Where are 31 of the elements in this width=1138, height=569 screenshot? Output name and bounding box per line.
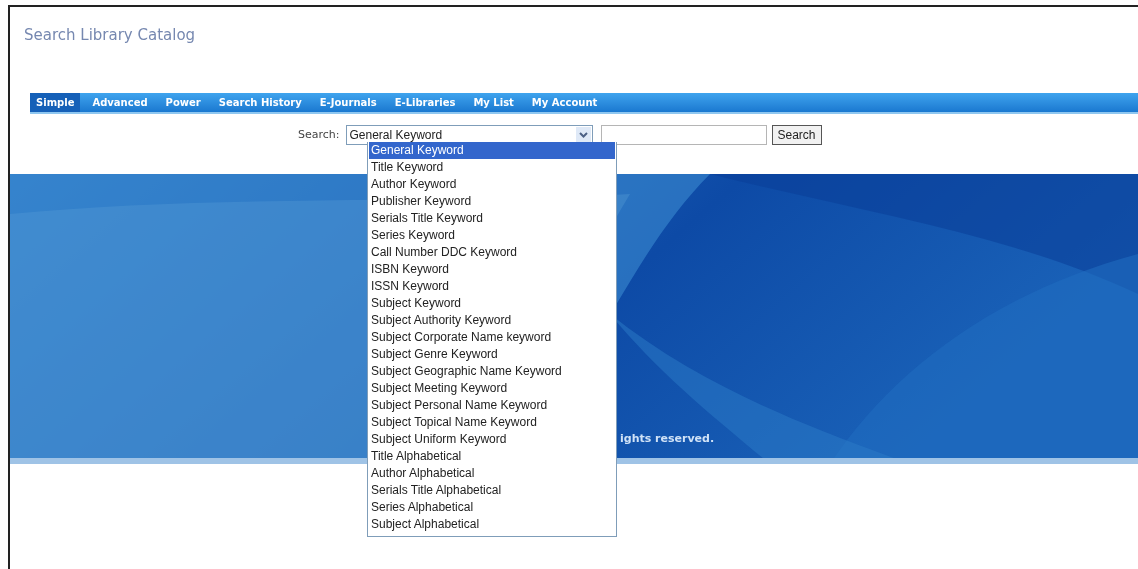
dropdown-option[interactable]: Title Keyword [369, 159, 615, 176]
dropdown-option[interactable]: ISSN Keyword [369, 278, 615, 295]
dropdown-option[interactable]: Serials Title Keyword [369, 210, 615, 227]
dropdown-option[interactable]: Publisher Keyword [369, 193, 615, 210]
page-title: Search Library Catalog [24, 26, 196, 44]
search-input[interactable] [600, 125, 767, 145]
dropdown-option[interactable]: Call Number DDC Keyword [369, 244, 615, 261]
search-label: Search: [298, 126, 340, 143]
dropdown-option[interactable]: Subject Topical Name Keyword [369, 414, 615, 431]
dropdown-option[interactable]: Author Keyword [369, 176, 615, 193]
nav-tab[interactable]: Simple [30, 93, 81, 112]
dropdown-option[interactable]: Subject Authority Keyword [369, 312, 615, 329]
nav-tab[interactable]: E-Journals [313, 93, 383, 112]
dropdown-option[interactable]: General Keyword [369, 142, 615, 159]
dropdown-option[interactable]: Serials Title Alphabetical [369, 482, 615, 499]
dropdown-option[interactable]: Title Alphabetical [369, 448, 615, 465]
copyright-text: ights reserved. [620, 431, 715, 447]
dropdown-option[interactable]: Author Alphabetical [369, 465, 615, 482]
dropdown-option[interactable]: Subject Genre Keyword [369, 346, 615, 363]
dropdown-option[interactable]: Series Keyword [369, 227, 615, 244]
dropdown-option[interactable]: Subject Personal Name Keyword [369, 397, 615, 414]
search-type-select[interactable]: General Keyword [345, 125, 593, 145]
dropdown-option[interactable]: Subject Uniform Keyword [369, 431, 615, 448]
dropdown-option[interactable]: Subject Meeting Keyword [369, 380, 615, 397]
dropdown-option[interactable]: Subject Corporate Name keyword [369, 329, 615, 346]
dropdown-option[interactable]: Subject Keyword [369, 295, 615, 312]
dropdown-option[interactable]: ISBN Keyword [369, 261, 615, 278]
dropdown-option[interactable]: Subject Geographic Name Keyword [369, 363, 615, 380]
dropdown-option[interactable]: Series Alphabetical [369, 499, 615, 516]
dropdown-option[interactable]: Subject Alphabetical [369, 516, 615, 533]
search-button[interactable]: Search [771, 125, 822, 145]
